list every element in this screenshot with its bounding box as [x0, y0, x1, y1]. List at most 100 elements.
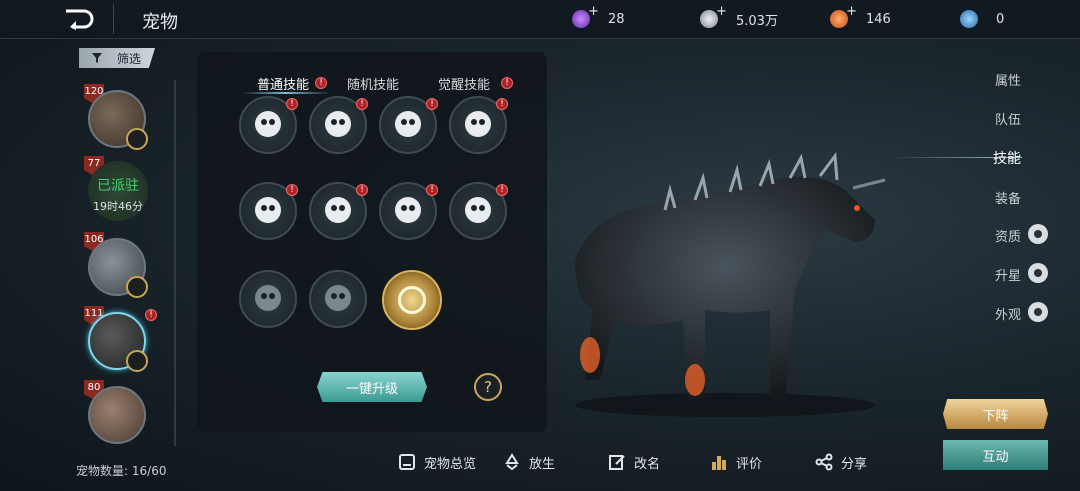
resource-orange[interactable]: + 146	[830, 4, 891, 30]
back-arrow-icon[interactable]	[62, 8, 96, 30]
pet-count-value: 16/60	[131, 464, 167, 478]
interact-button[interactable]: 互动	[943, 440, 1048, 470]
star-up-icon	[1028, 263, 1048, 283]
share-icon	[815, 453, 833, 471]
pet-slot-horse[interactable]	[88, 90, 148, 150]
skill-face-icon	[465, 197, 491, 223]
pet-count: 宠物数量: 16/60	[76, 462, 166, 479]
add-icon[interactable]: +	[588, 4, 599, 19]
add-icon[interactable]: +	[716, 4, 727, 19]
bottom-action-bar: 宠物总览 放生 改名 评价 分享	[390, 448, 910, 476]
bottom-label: 改名	[634, 456, 661, 472]
skill-face-icon	[255, 111, 281, 137]
alert-badge: !	[286, 98, 298, 110]
pet-count-label: 宠物数量:	[76, 464, 129, 478]
skill-slot-locked[interactable]	[309, 270, 367, 328]
resource-value: 28	[608, 11, 625, 27]
alert-badge: !	[501, 77, 513, 89]
menu-skills[interactable]: 技能	[993, 148, 1021, 168]
tab-label: 普通技能	[257, 78, 310, 93]
skill-face-icon	[255, 197, 281, 223]
active-tab-underline	[241, 92, 331, 94]
orange-gem-icon: +	[830, 4, 857, 28]
pet-slot-deployed[interactable]: 已派驻 19时46分	[88, 161, 148, 221]
alert-badge: !	[315, 77, 327, 89]
bar-chart-icon	[712, 456, 726, 470]
alert-badge: !	[356, 98, 368, 110]
skill-face-icon	[325, 197, 351, 223]
pet-list-sidebar: 筛选 120 77 已派驻 19时46分 106 111 ! 80 宠物数量: …	[44, 38, 184, 491]
alert-badge: !	[286, 184, 298, 196]
menu-aptitude[interactable]: 资质	[995, 226, 1021, 245]
blue-crystal-icon	[960, 10, 978, 28]
skill-panel: 普通技能 ! 随机技能 觉醒技能 ! ! ! ! ! ! ! ! ! 一键升级 …	[197, 52, 547, 432]
aptitude-icon	[1028, 224, 1048, 244]
page-title: 宠物	[142, 12, 178, 33]
rename-button[interactable]: 改名	[608, 448, 660, 476]
bottom-label: 分享	[841, 456, 868, 472]
resource-value: 0	[996, 11, 1005, 27]
top-bar: 宠物 + 28 + 5.03万 + 146 0	[0, 0, 1080, 39]
flag-icon	[126, 128, 148, 150]
pet-overview-button[interactable]: 宠物总览	[398, 448, 476, 476]
funnel-icon	[92, 53, 102, 63]
skill-face-icon	[395, 197, 421, 223]
skill-slot-locked[interactable]	[239, 270, 297, 328]
alert-badge: !	[496, 98, 508, 110]
menu-equipment[interactable]: 装备	[995, 188, 1021, 207]
add-icon[interactable]: +	[846, 4, 857, 19]
deployed-status: 已派驻	[97, 178, 139, 194]
menu-team[interactable]: 队伍	[995, 109, 1021, 128]
flag-icon	[126, 276, 148, 298]
bottom-label: 放生	[529, 456, 556, 472]
skill-face-icon	[325, 285, 351, 311]
resource-purple[interactable]: + 28	[572, 4, 625, 30]
recycle-icon	[505, 453, 519, 471]
menu-attributes[interactable]: 属性	[995, 70, 1021, 89]
share-button[interactable]: 分享	[815, 448, 867, 476]
silver-coin-icon: +	[700, 4, 727, 28]
release-button[interactable]: 放生	[503, 448, 555, 476]
skill-face-icon	[465, 111, 491, 137]
title-divider	[113, 4, 114, 34]
alert-badge: !	[426, 98, 438, 110]
golden-skill-slot[interactable]	[382, 270, 442, 330]
alert-badge: !	[356, 184, 368, 196]
pet-model-dark-horse[interactable]	[555, 150, 895, 420]
pet-slot-beast[interactable]	[88, 386, 146, 444]
bottom-label: 宠物总览	[424, 456, 477, 472]
alert-badge: !	[496, 184, 508, 196]
resource-value: 146	[866, 11, 891, 27]
tab-awaken-skills[interactable]: 觉醒技能	[438, 74, 490, 93]
skill-face-icon	[395, 111, 421, 137]
filter-button[interactable]: 筛选	[79, 48, 155, 68]
menu-star-up[interactable]: 升星	[995, 265, 1021, 284]
menu-appearance[interactable]: 外观	[995, 304, 1021, 323]
skill-face-icon	[255, 285, 281, 311]
one-click-upgrade-button[interactable]: 一键升级	[317, 372, 427, 402]
book-icon	[399, 454, 415, 470]
tab-random-skills[interactable]: 随机技能	[347, 74, 399, 93]
bottom-label: 评价	[736, 456, 763, 472]
swirl-icon	[398, 286, 426, 314]
alert-badge: !	[426, 184, 438, 196]
appearance-icon	[1028, 302, 1048, 322]
skill-face-icon	[325, 111, 351, 137]
tab-label: 随机技能	[347, 78, 400, 93]
resource-value: 5.03万	[736, 13, 778, 29]
resource-blue[interactable]: 0	[960, 8, 1004, 30]
pet-slot-golem[interactable]	[88, 238, 148, 298]
rating-button[interactable]: 评价	[710, 448, 762, 476]
deployed-timer: 19时46分	[93, 200, 143, 213]
help-button[interactable]: ?	[474, 373, 502, 401]
filter-label: 筛选	[117, 51, 142, 66]
resource-silver[interactable]: + 5.03万	[700, 4, 778, 30]
flag-icon	[126, 350, 148, 372]
pet-slot-dark-horse[interactable]	[88, 312, 148, 372]
tab-normal-skills[interactable]: 普通技能	[257, 74, 309, 93]
unassign-button[interactable]: 下阵	[943, 399, 1048, 429]
tab-label: 觉醒技能	[438, 78, 491, 93]
scrollbar[interactable]	[174, 80, 176, 446]
purple-orb-icon: +	[572, 4, 599, 28]
alert-badge: !	[145, 309, 157, 321]
